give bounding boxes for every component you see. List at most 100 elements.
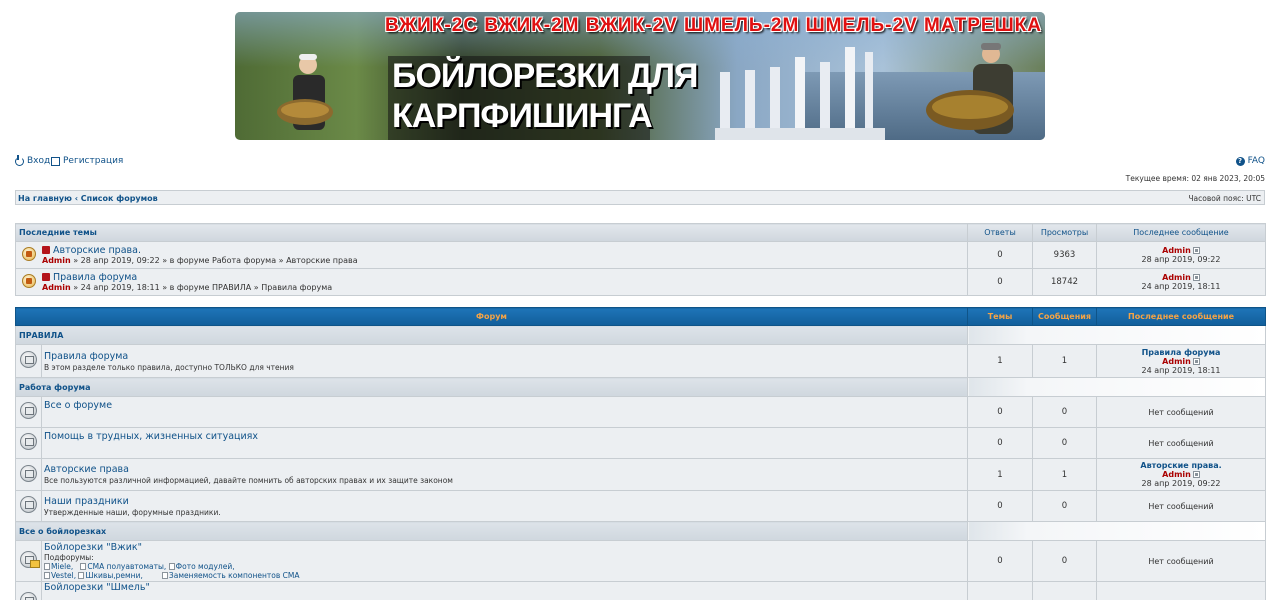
new-post-icon[interactable]	[42, 246, 50, 254]
forum-title-link[interactable]: Помощь в трудных, жизненных ситуациях	[44, 431, 967, 442]
no-posts-label: Нет сообщений	[1148, 556, 1214, 566]
faq-link[interactable]: ? FAQ	[1235, 156, 1265, 166]
last-post-title-link[interactable]: Авторские права.	[1097, 461, 1265, 470]
breadcrumb-home[interactable]: На главную	[18, 194, 72, 203]
forum-posts-count	[1032, 581, 1098, 600]
forum-title-link[interactable]: Наши праздники	[44, 496, 967, 507]
subforum-link[interactable]: СМА полуавтоматы,	[80, 562, 166, 571]
forum-topics-count: 0	[967, 396, 1034, 428]
last-post-author[interactable]: Admin	[1162, 246, 1191, 255]
forum-description: В этом разделе только правила, доступно …	[44, 362, 294, 372]
forum-row: Правила форума В этом разделе только прав…	[15, 344, 1267, 378]
no-posts-label: Нет сообщений	[1148, 438, 1214, 448]
category-row: ПРАВИЛА	[14, 325, 1267, 345]
forum-posts-count: 1	[1032, 458, 1098, 491]
forum-title-link[interactable]: Бойлорезки "Шмель"	[44, 582, 967, 593]
forum-title-link[interactable]: Правила форума	[44, 351, 967, 362]
forum-read-icon	[20, 433, 37, 450]
forum-description: Все пользуются различной информацией, да…	[44, 476, 453, 485]
topic-views: 18742	[1032, 268, 1097, 296]
forum-topics-count	[967, 581, 1034, 600]
topic-replies: 0	[967, 241, 1033, 269]
col-last-post: Последнее сообщение	[1096, 307, 1267, 326]
col-views: Просмотры	[1032, 223, 1097, 242]
faq-label: FAQ	[1247, 156, 1265, 166]
last-post-date: 28 апр 2019, 09:22	[1141, 255, 1221, 264]
last-post-date: 24 апр 2019, 18:11	[1141, 282, 1221, 291]
forum-status	[15, 344, 42, 378]
forum-topics-count: 1	[967, 344, 1034, 378]
forum-title-link[interactable]: Авторские права	[44, 464, 967, 475]
forum-topics-count: 0	[967, 490, 1034, 522]
forum-description: Утвержденные наши, форумные праздники.	[44, 507, 221, 517]
forum-posts-count: 0	[1032, 427, 1098, 459]
forum-read-icon	[20, 464, 37, 482]
forum-row: Бойлорезки "Шмель"	[15, 581, 1267, 600]
topic-author[interactable]: Admin	[42, 256, 71, 265]
subforum-label: Шкивы,ремни,	[85, 571, 143, 580]
forum-title-link[interactable]: Бойлорезки "Вжик"	[44, 542, 967, 553]
subforum-label: СМА полуавтоматы,	[87, 562, 167, 571]
forum-read-icon	[20, 402, 37, 419]
subforum-label: Фото модулей,	[175, 562, 235, 571]
forum-read-icon	[20, 592, 37, 600]
angler-with-big-carp-image	[926, 43, 1014, 134]
forum-topics-count: 1	[967, 458, 1034, 491]
category-link[interactable]: Все о бойлорезках	[14, 521, 969, 541]
subforum-label: Заменяемость компонентов СМА	[168, 571, 300, 580]
topic-title-link[interactable]: Авторские права.	[53, 245, 141, 256]
table-row: Авторские права. Admin » 28 апр 2019, 09…	[15, 241, 1266, 269]
table-row: Правила форума Admin » 24 апр 2019, 18:1…	[15, 268, 1266, 296]
category-link[interactable]: Работа форума	[14, 377, 969, 397]
power-icon	[15, 154, 24, 166]
forum-list-table: Форум Темы Сообщения Последнее сообщение…	[14, 307, 1267, 600]
register-link[interactable]: Регистрация	[51, 156, 123, 166]
subforums-list: Подфорумы: Miele, СМА полуавтоматы, Фото…	[44, 553, 967, 580]
subforum-icon	[78, 572, 85, 579]
forum-status	[15, 396, 42, 428]
topic-meta: » 28 апр 2019, 09:22 » в форуме Работа ф…	[70, 256, 358, 265]
last-post-author[interactable]: Admin	[1162, 470, 1191, 479]
topic-title-link[interactable]: Правила форума	[53, 272, 137, 283]
view-latest-post-icon[interactable]	[1192, 357, 1200, 365]
login-link[interactable]: Вход	[15, 154, 51, 166]
topic-author[interactable]: Admin	[42, 283, 71, 292]
category-filler	[967, 377, 1267, 397]
recent-topics-table: Последние темы Ответы Просмотры Последне…	[15, 223, 1266, 296]
topic-status	[16, 246, 42, 264]
view-latest-post-icon[interactable]	[1192, 471, 1200, 478]
subforum-link[interactable]: Фото модулей,	[168, 562, 235, 571]
forum-row: Помощь в трудных, жизненных ситуациях 0 …	[15, 427, 1267, 459]
topic-meta: » 24 апр 2019, 18:11 » в форуме ПРАВИЛА …	[70, 283, 333, 292]
forum-with-subforums-icon	[20, 551, 40, 568]
subforum-link[interactable]: Заменяемость компонентов СМА	[161, 571, 300, 580]
subforum-link[interactable]: Шкивы,ремни,	[78, 571, 143, 580]
last-post-title-link[interactable]: Правила форума	[1097, 348, 1265, 357]
topic-read-icon	[22, 246, 36, 261]
last-post-author[interactable]: Admin	[1162, 357, 1191, 366]
last-post-author[interactable]: Admin	[1162, 273, 1191, 282]
breadcrumb: На главную ‹ Список форумов Часовой пояс…	[15, 190, 1265, 205]
site-banner[interactable]: ВЖИК-2С ВЖИК-2М ВЖИК-2V ШМЕЛЬ-2М ШМЕЛЬ-2…	[235, 12, 1045, 140]
forum-topics-count: 0	[967, 427, 1034, 459]
last-post-date: 28 апр 2019, 09:22	[1141, 479, 1221, 488]
view-latest-post-icon[interactable]	[1192, 274, 1200, 281]
angler-with-carp-image	[277, 54, 333, 130]
subforum-icon	[161, 572, 168, 579]
forum-posts-count: 0	[1032, 490, 1098, 522]
subforum-link[interactable]: Miele,	[44, 562, 73, 571]
view-latest-post-icon[interactable]	[1192, 247, 1200, 254]
new-post-icon[interactable]	[42, 273, 50, 281]
register-label: Регистрация	[63, 156, 124, 166]
breadcrumb-forum-list[interactable]: Список форумов	[81, 194, 158, 203]
recent-topics-header: Последние темы	[15, 223, 968, 242]
topic-read-icon	[22, 273, 36, 288]
topic-status	[16, 273, 42, 291]
forum-title-link[interactable]: Все о форуме	[44, 400, 967, 411]
login-label: Вход	[27, 156, 51, 166]
edit-icon	[51, 156, 60, 166]
subforum-link[interactable]: Vestel,	[44, 571, 76, 580]
category-link[interactable]: ПРАВИЛА	[14, 325, 969, 345]
last-post-cell	[1096, 581, 1267, 600]
forum-status	[15, 490, 42, 522]
